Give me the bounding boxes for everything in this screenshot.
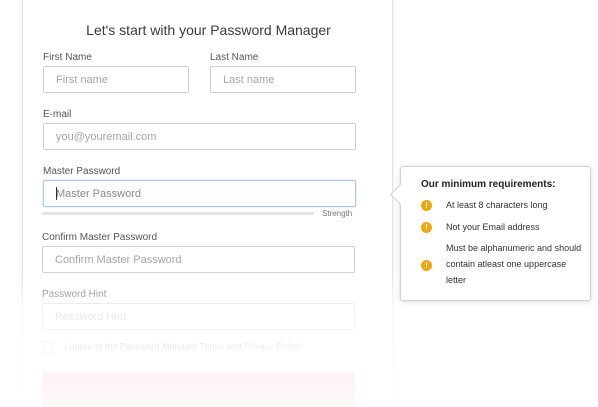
last-name-input[interactable] (210, 66, 356, 93)
password-hint-input[interactable] (42, 303, 355, 330)
confirm-password-label: Confirm Master Password (42, 232, 158, 243)
exclamation-circle-icon: ! (421, 260, 432, 271)
agreement-row: I agree to the Password Manager Terms an… (42, 341, 301, 353)
signup-page: Let's start with your Password Manager F… (0, 0, 598, 407)
requirement-text: Must be alphanumeric and should contain … (446, 243, 582, 285)
email-input[interactable] (43, 123, 356, 150)
master-password-label: Master Password (43, 166, 121, 177)
master-password-input[interactable] (43, 180, 356, 207)
privacy-policy-link[interactable]: Privacy Policy (245, 341, 301, 351)
requirements-title: Our minimum requirements: (421, 179, 556, 190)
password-hint-label: Password Hint (42, 289, 107, 300)
form-title: Let's start with your Password Manager (86, 22, 331, 38)
terms-link[interactable]: Terms (200, 341, 225, 351)
first-name-label: First Name (43, 52, 92, 63)
requirement-text: Not your Email address (446, 222, 540, 232)
exclamation-circle-icon: ! (421, 222, 432, 233)
requirement-text: At least 8 characters long (446, 200, 548, 210)
strength-label: Strength (322, 209, 353, 218)
exclamation-circle-icon: ! (421, 200, 432, 211)
requirements-tooltip: Our minimum requirements: ! At least 8 c… (389, 166, 591, 301)
tooltip-arrow (389, 183, 412, 206)
text-caret (56, 187, 57, 200)
last-name-label: Last Name (210, 52, 259, 63)
agreement-conjunction: and (226, 341, 242, 352)
submit-button[interactable] (42, 372, 355, 407)
strength-meter (42, 212, 314, 215)
first-name-input[interactable] (43, 66, 189, 93)
agree-checkbox[interactable] (42, 341, 54, 353)
confirm-password-input[interactable] (42, 246, 355, 273)
agreement-text: I agree to the Password Manager (64, 341, 198, 352)
email-label: E-mail (43, 109, 72, 120)
